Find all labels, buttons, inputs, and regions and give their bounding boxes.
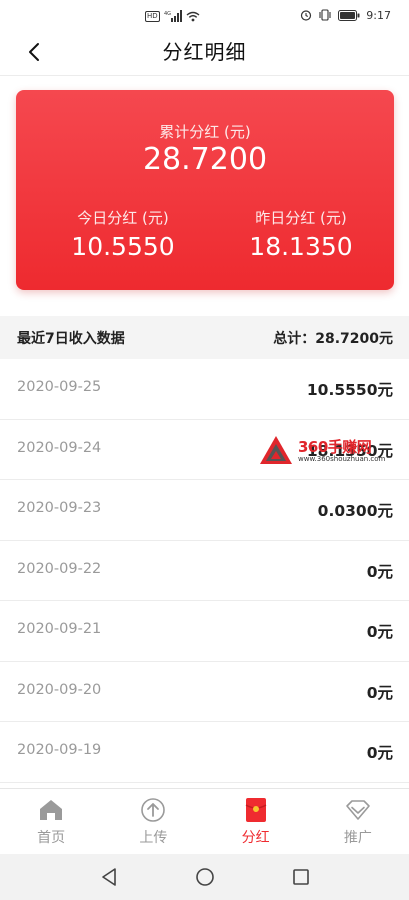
system-home-button[interactable] [192,864,218,890]
record-amount: 0元 [366,562,393,581]
watermark-logo-icon [260,436,292,464]
tab-home[interactable]: 首页 [0,789,102,854]
list-item: 2020-09-19 0元 [0,722,409,783]
record-amount: 0.0300元 [317,502,393,520]
hd-badge: HD [145,11,160,22]
record-amount: 0元 [366,623,393,641]
status-left: HD 4G [145,7,200,26]
home-icon [37,796,65,824]
nav-bar: 分红明细 [0,28,409,76]
tab-promote-label: 推广 [343,830,372,846]
network-label: 4G [164,11,171,17]
status-bar: HD 4G 9:17 [0,0,409,28]
page-title: 分红明细 [162,40,247,64]
square-recents-icon [292,869,309,885]
bottom-tab-bar: 首页 上传 分红 推广 [0,788,409,854]
total-dividend-label: 累计分红 (元) [159,123,251,141]
system-back-button[interactable] [96,864,122,890]
record-date: 2020-09-20 [17,681,102,698]
status-right: 9:17 [300,6,391,25]
record-date: 2020-09-23 [17,500,102,516]
income-list-title: 最近7日收入数据 [17,331,125,347]
today-dividend-label: 今日分红 (元) [77,209,169,227]
list-item: 2020-09-23 0.0300元 [0,480,409,541]
circle-home-icon [195,868,214,886]
income-list: 2020-09-25 10.5550元 2020-09-24 18.1350元 … [0,359,409,783]
red-envelope-icon [242,796,270,824]
record-date: 2020-09-24 [17,439,102,456]
tab-upload-label: 上传 [139,830,168,846]
record-date: 2020-09-21 [17,621,102,637]
alarm-icon [300,6,312,25]
record-amount: 0元 [366,683,393,702]
vibrate-icon [318,6,332,25]
watermark-title: 360手赚网 [298,438,372,456]
today-dividend-value: 10.5550 [71,232,175,261]
list-item: 2020-09-20 0元 [0,662,409,722]
cellular-signal-icon: 4G [164,7,182,26]
upload-icon [139,796,167,824]
record-date: 2020-09-19 [17,742,102,758]
yesterday-dividend: 昨日分红 (元) 18.1350 [226,207,376,261]
tab-upload[interactable]: 上传 [102,789,204,854]
tab-dividend-label: 分红 [241,830,270,846]
list-item: 2020-09-22 0元 [0,541,409,601]
dividend-summary-card: 累计分红 (元) 28.7200 今日分红 (元) 10.5550 昨日分红 (… [16,90,394,290]
system-nav-bar [0,854,409,900]
watermark: 360手赚网 www.360shouzhuan.com [258,434,408,468]
record-date: 2020-09-25 [17,379,102,395]
record-date: 2020-09-22 [17,560,102,577]
income-list-header: 最近7日收入数据 总计：28.7200元 [0,316,409,359]
status-time: 9:17 [366,9,391,22]
wifi-icon [186,7,200,26]
list-item: 2020-09-25 10.5550元 [0,359,409,420]
yesterday-dividend-label: 昨日分红 (元) [255,209,347,227]
income-list-total: 总计：28.7200元 [273,331,393,347]
system-recents-button[interactable] [288,864,314,890]
list-item: 2020-09-21 0元 [0,601,409,662]
triangle-back-icon [101,868,116,886]
record-amount: 10.5550元 [306,381,393,399]
tab-dividend[interactable]: 分红 [205,789,307,854]
today-dividend: 今日分红 (元) 10.5550 [48,207,198,261]
diamond-icon [344,796,372,824]
tab-promote[interactable]: 推广 [307,789,409,854]
record-amount: 0元 [366,744,393,762]
yesterday-dividend-value: 18.1350 [249,232,353,261]
watermark-url: www.360shouzhuan.com [298,455,386,463]
battery-icon [338,6,360,25]
tab-home-label: 首页 [37,830,66,846]
total-dividend-value: 28.7200 [142,142,268,177]
